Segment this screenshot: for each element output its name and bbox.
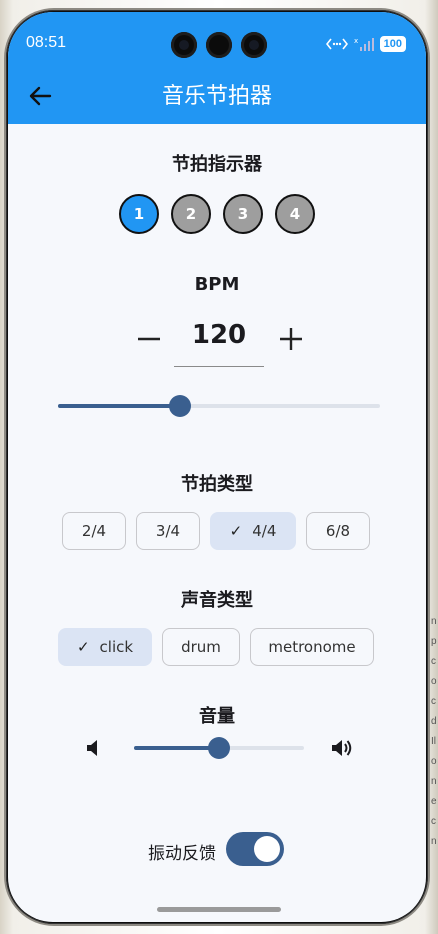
bpm-value[interactable]: 120 [174, 320, 264, 350]
svg-text:x: x [354, 37, 358, 45]
sound-type-chips: ✓ click drum metronome [8, 628, 426, 666]
chip-label: 2/4 [81, 522, 107, 540]
plus-icon[interactable] [276, 324, 306, 354]
beat-dot-1: 1 [119, 194, 159, 234]
chip-label: 4/4 [252, 522, 277, 540]
chip-time-3-4[interactable]: 3/4 [136, 512, 200, 550]
volume-slider-thumb[interactable] [208, 737, 230, 759]
page-title: 音乐节拍器 [161, 84, 272, 109]
camera-lens-icon [171, 32, 197, 58]
bpm-slider[interactable] [58, 395, 380, 417]
volume-low-icon[interactable] [86, 738, 100, 758]
chip-label: drum [181, 638, 221, 656]
status-time: 08:51 [26, 34, 67, 51]
bpm-input-underline [174, 366, 264, 367]
no-signal-icon: x [354, 37, 374, 51]
chip-time-4-4[interactable]: ✓ 4/4 [210, 512, 296, 550]
device-background: n p c o c d Il o n e c n 08:51 x 100 音乐节… [0, 0, 438, 934]
toggle-knob [254, 836, 280, 862]
beat-dot-2: 2 [171, 194, 211, 234]
check-icon: ✓ [229, 522, 243, 540]
chip-sound-click[interactable]: ✓ click [58, 628, 152, 666]
time-signature-label: 节拍类型 [181, 474, 253, 495]
chip-label: 3/4 [155, 522, 181, 540]
vibration-toggle[interactable] [226, 832, 284, 866]
sensor-icon [206, 32, 232, 58]
status-icons: x 100 [325, 36, 406, 52]
beat-indicator: 1 2 3 4 [8, 194, 426, 234]
bpm-slider-fill [58, 404, 181, 408]
vibration-label: 振动反馈 [148, 844, 216, 864]
sound-type-label: 声音类型 [181, 590, 253, 611]
chip-sound-drum[interactable]: drum [162, 628, 240, 666]
bpm-slider-thumb[interactable] [169, 395, 192, 417]
volume-control [8, 730, 426, 766]
chip-time-2-4[interactable]: 2/4 [62, 512, 126, 550]
app-bar: 08:51 x 100 音乐节拍器 [8, 12, 426, 124]
volume-slider[interactable] [134, 737, 304, 759]
check-icon: ✓ [76, 638, 90, 656]
chip-time-6-8[interactable]: 6/8 [306, 512, 370, 550]
phone-frame: 08:51 x 100 音乐节拍器 节拍指示器 1 2 3 4 BPM 120 … [6, 10, 428, 924]
battery-indicator: 100 [379, 36, 406, 52]
chip-label: click [99, 638, 134, 656]
camera-cutout [171, 32, 267, 58]
chip-sound-metronome[interactable]: metronome [250, 628, 374, 666]
app-screen: 08:51 x 100 音乐节拍器 节拍指示器 1 2 3 4 BPM 120 … [8, 12, 426, 922]
volume-slider-fill [134, 746, 219, 750]
bpm-label: BPM [194, 274, 240, 295]
home-indicator[interactable] [157, 907, 281, 912]
volume-label: 音量 [199, 706, 235, 727]
minus-icon[interactable] [134, 324, 164, 354]
data-transfer-icon [325, 38, 348, 50]
chip-label: metronome [268, 638, 356, 656]
beat-dot-3: 3 [223, 194, 263, 234]
vibration-row: 振动反馈 [8, 830, 426, 870]
time-signature-chips: 2/4 3/4 ✓ 4/4 6/8 [8, 512, 426, 550]
background-text-fragment: n p c o c d Il o n e c n [431, 616, 437, 847]
camera-lens-icon [241, 32, 267, 58]
beat-dot-4: 4 [275, 194, 315, 234]
chip-label: 6/8 [325, 522, 351, 540]
beat-indicator-label: 节拍指示器 [172, 154, 262, 175]
volume-high-icon[interactable] [330, 736, 354, 760]
